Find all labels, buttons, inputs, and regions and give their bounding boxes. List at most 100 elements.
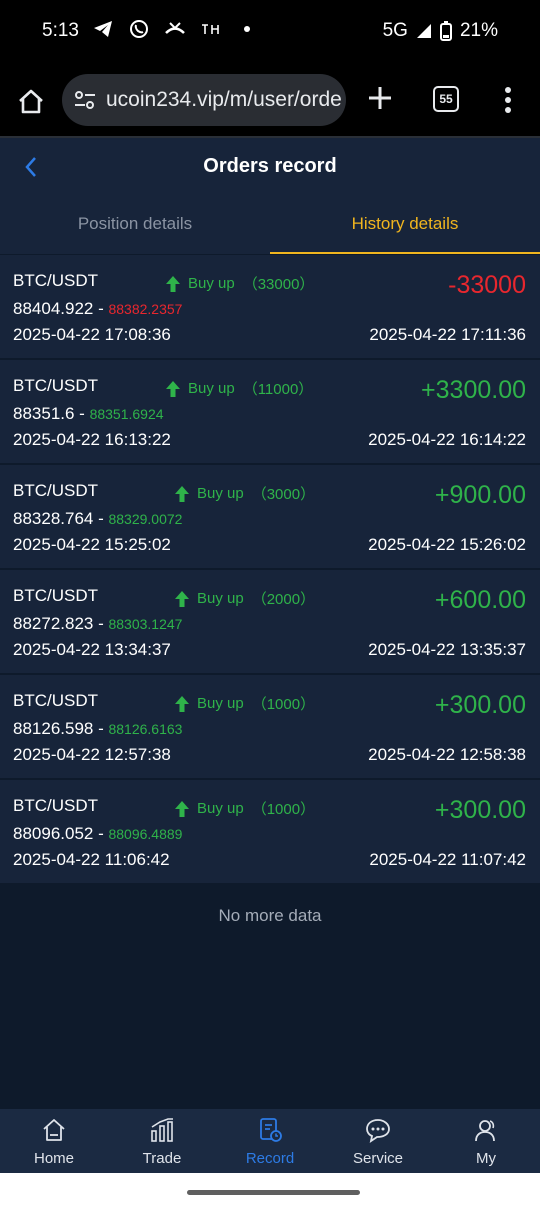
- open-price: 88126.598: [13, 719, 94, 738]
- more-vert-icon: [505, 87, 511, 113]
- address-bar[interactable]: ucoin234.vip/m/user/orde: [62, 74, 346, 126]
- plus-icon: [369, 87, 391, 109]
- status-right: 5G 21%: [383, 20, 498, 42]
- th-app-icon: [200, 18, 222, 40]
- direction-label: Buy up: [188, 380, 235, 397]
- nav-label: Service: [352, 1150, 404, 1167]
- nav-service[interactable]: Service: [324, 1109, 432, 1173]
- page-title: Orders record: [203, 155, 337, 177]
- order-pair: BTC/USDT: [13, 796, 98, 815]
- order-amount: （1000）: [251, 801, 316, 818]
- nav-label: My: [476, 1150, 496, 1167]
- open-time: 2025-04-22 11:06:42: [13, 850, 170, 869]
- orders-list: BTC/USDT Buy up （33000） 88404.922 - 88382.2…: [0, 255, 540, 885]
- open-time: 2025-04-22 16:13:22: [13, 430, 171, 449]
- nav-label: Record: [245, 1150, 295, 1167]
- url-text: ucoin234.vip/m/user/orde: [106, 88, 342, 111]
- nav-trade[interactable]: Trade: [108, 1109, 216, 1173]
- price-separator: -: [93, 299, 109, 318]
- tab-history-details[interactable]: History details: [270, 196, 540, 254]
- record-icon: [260, 1118, 282, 1142]
- nav-my[interactable]: My: [432, 1109, 540, 1173]
- order-row[interactable]: BTC/USDT Buy up （3000） 88328.764 - 88329.00…: [0, 465, 540, 568]
- home-outline-icon: [19, 89, 43, 114]
- order-pair: BTC/USDT: [13, 376, 98, 395]
- close-time: 2025-04-22 15:26:02: [368, 535, 526, 554]
- order-amount: （1000）: [251, 696, 316, 713]
- profit-loss: +600.00: [434, 586, 526, 614]
- profit-loss: +3300.00: [421, 376, 526, 404]
- arrow-up-icon: [166, 380, 180, 397]
- price-separator: -: [93, 719, 109, 738]
- order-prices: 88328.764 - 88329.0072: [13, 509, 182, 529]
- arrow-up-icon: [175, 590, 189, 607]
- order-prices: 88272.823 - 88303.1247: [13, 614, 182, 634]
- service-icon: [366, 1119, 390, 1143]
- trade-icon: [151, 1118, 173, 1142]
- no-more-data-text: No more data: [218, 906, 322, 925]
- whatsapp-icon: [128, 18, 150, 40]
- tab-position-details[interactable]: Position details: [0, 196, 270, 252]
- order-row[interactable]: BTC/USDT Buy up （11000） 88351.6 - 88351.692…: [0, 360, 540, 463]
- close-time: 2025-04-22 16:14:22: [368, 430, 526, 449]
- order-pair: BTC/USDT: [13, 481, 98, 500]
- home-gesture-bar[interactable]: [187, 1190, 360, 1195]
- order-amount: （3000）: [251, 486, 316, 503]
- browser-toolbar: ucoin234.vip/m/user/orde 55: [0, 64, 540, 138]
- order-prices: 88404.922 - 88382.2357: [13, 299, 182, 319]
- order-amount: （2000）: [251, 591, 316, 608]
- battery-level: 21%: [459, 20, 498, 41]
- open-price: 88351.6: [13, 404, 75, 423]
- site-settings-icon[interactable]: [74, 90, 96, 110]
- signal-icon: [416, 24, 431, 38]
- order-prices: 88351.6 - 88351.6924: [13, 404, 164, 424]
- tab-switcher-button[interactable]: 55: [433, 86, 459, 112]
- order-row[interactable]: BTC/USDT Buy up （2000） 88272.823 - 88303.12…: [0, 570, 540, 673]
- arrow-up-icon: [175, 695, 189, 712]
- open-price: 88096.052: [13, 824, 94, 843]
- order-direction: Buy up （33000）: [166, 273, 314, 294]
- close-price: 88329.0072: [108, 511, 183, 527]
- close-time: 2025-04-22 11:07:42: [369, 850, 526, 869]
- nav-label: Home: [33, 1150, 74, 1167]
- browser-menu-button[interactable]: [498, 84, 518, 116]
- record-tabs: Position details History details: [0, 196, 540, 254]
- arrow-up-icon: [166, 275, 180, 292]
- order-pair: BTC/USDT: [13, 691, 98, 710]
- battery-icon: [439, 21, 452, 41]
- direction-label: Buy up: [197, 800, 244, 817]
- profit-loss: +900.00: [434, 481, 526, 509]
- order-direction: Buy up （1000）: [175, 798, 315, 819]
- order-direction: Buy up （1000）: [175, 693, 315, 714]
- arrow-up-icon: [175, 800, 189, 817]
- close-price: 88096.4889: [108, 826, 183, 842]
- gesture-area: [0, 1173, 540, 1206]
- order-row[interactable]: BTC/USDT Buy up （1000） 88096.052 - 88096.48…: [0, 780, 540, 883]
- user-icon: [475, 1120, 495, 1142]
- price-separator: -: [93, 614, 109, 633]
- close-price: 88303.1247: [108, 616, 183, 632]
- close-time: 2025-04-22 12:58:38: [368, 745, 526, 764]
- nav-home[interactable]: Home: [0, 1109, 108, 1173]
- browser-home-button[interactable]: [16, 86, 46, 116]
- direction-label: Buy up: [197, 695, 244, 712]
- profit-loss: +300.00: [434, 691, 526, 719]
- status-bar: 5:13 5G 21%: [0, 0, 540, 64]
- missed-call-icon: [164, 18, 186, 40]
- profit-loss: +300.00: [434, 796, 526, 824]
- order-row[interactable]: BTC/USDT Buy up （33000） 88404.922 - 88382.2…: [0, 255, 540, 358]
- new-tab-button[interactable]: [366, 84, 394, 112]
- order-amount: （11000）: [242, 381, 314, 398]
- open-price: 88404.922: [13, 299, 94, 318]
- status-time: 5:13: [42, 20, 79, 41]
- bottom-navigation: Home Trade Record Service My: [0, 1109, 540, 1173]
- open-time: 2025-04-22 17:08:36: [13, 325, 171, 344]
- dot-icon: [236, 18, 258, 40]
- close-price: 88382.2357: [108, 301, 183, 317]
- home-icon: [43, 1119, 65, 1141]
- nav-record[interactable]: Record: [216, 1109, 324, 1173]
- order-prices: 88096.052 - 88096.4889: [13, 824, 182, 844]
- order-row[interactable]: BTC/USDT Buy up （1000） 88126.598 - 88126.61…: [0, 675, 540, 778]
- order-direction: Buy up （2000）: [175, 588, 315, 609]
- open-time: 2025-04-22 13:34:37: [13, 640, 171, 659]
